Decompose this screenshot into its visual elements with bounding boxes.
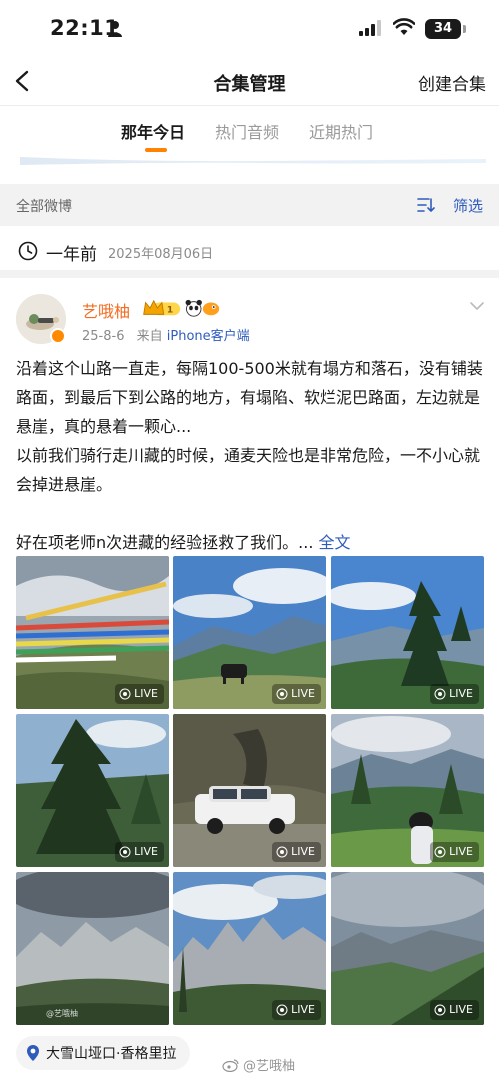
location-tag[interactable]: 大雪山垭口·香格里拉 — [16, 1036, 191, 1070]
back-chevron-icon[interactable] — [10, 66, 38, 96]
tab-hot-audio[interactable]: 热门音频 — [215, 119, 279, 143]
location-label: 大雪山垭口·香格里拉 — [46, 1046, 177, 1062]
post-paragraph-1: 沿着这个山路一直走，每隔100-500米就有塌方和落石，没有铺装路面，到最后下到… — [16, 359, 483, 436]
filter-bar: 全部微博 筛选 — [0, 184, 499, 226]
create-collection-button[interactable]: 创建合集 — [418, 70, 486, 95]
post-meta: 25-8-6 来自 iPhone客户端 — [82, 325, 250, 344]
live-photo-icon — [119, 846, 131, 858]
photo-watermark: @艺哦柚 — [46, 1009, 78, 1018]
photo-white-suv[interactable]: LIVE — [173, 714, 326, 867]
nav-bar: 合集管理 创建合集 — [0, 58, 499, 106]
live-badge: LIVE — [115, 684, 164, 704]
filter-button[interactable]: 筛选 — [453, 195, 483, 216]
weibo-watermark-text: @艺哦柚 — [243, 1059, 296, 1074]
panda-icon — [185, 299, 202, 317]
all-weibo-label: 全部微博 — [16, 199, 72, 215]
photo-jagged-ridge[interactable]: LIVE — [173, 872, 326, 1025]
live-photo-icon — [434, 688, 446, 700]
photo-forest-tree[interactable]: LIVE — [16, 714, 169, 867]
location-pin-icon — [27, 1045, 39, 1061]
post-source[interactable]: iPhone客户端 — [167, 329, 250, 344]
live-label: LIVE — [291, 1003, 315, 1016]
post-username[interactable]: 艺哦柚 — [82, 298, 130, 322]
photo-rocky-peaks[interactable]: @艺哦柚 — [16, 872, 169, 1025]
wifi-icon — [393, 18, 415, 35]
tab-recent-hot[interactable]: 近期热门 — [309, 119, 373, 143]
live-photo-icon — [434, 1004, 446, 1016]
decorative-wave-strip — [20, 157, 486, 165]
live-photo-icon — [276, 688, 288, 700]
badge-level-text: 1 — [167, 306, 173, 316]
time-ago-label: 一年前 — [46, 245, 97, 265]
clock-icon — [18, 241, 38, 261]
weibo-post[interactable]: 艺哦柚 1 25-8-6 来自 iPhone客户端 沿着这个山路一直走，每隔10… — [0, 286, 499, 1080]
verified-badge-icon — [50, 328, 66, 344]
photo-yak-valley[interactable]: LIVE — [173, 556, 326, 709]
live-label: LIVE — [291, 845, 315, 858]
live-photo-icon — [276, 1004, 288, 1016]
full-text-link[interactable]: 全文 — [319, 533, 351, 552]
post-paragraph-3: 好在项老师n次进藏的经验拯救了我们。... 全文 — [16, 528, 486, 557]
live-label: LIVE — [449, 1003, 473, 1016]
battery-cap — [463, 25, 466, 33]
filter-sort-icon[interactable] — [417, 197, 435, 213]
user-badges: 1 — [143, 299, 220, 317]
post-source-prefix: 来自 — [136, 329, 163, 344]
chevron-down-icon[interactable] — [469, 300, 485, 312]
live-badge: LIVE — [430, 1000, 479, 1020]
live-badge: LIVE — [272, 684, 321, 704]
live-label: LIVE — [291, 687, 315, 700]
photo-prayer-flags[interactable]: LIVE — [16, 556, 169, 709]
cellular-signal-icon — [359, 20, 381, 36]
orange-bird-icon — [202, 302, 220, 316]
battery-indicator: 34 — [425, 19, 461, 39]
live-label: LIVE — [449, 845, 473, 858]
post-paragraph-3-text: 好在项老师n次进藏的经验拯救了我们。... — [16, 533, 314, 552]
live-photo-icon — [434, 846, 446, 858]
live-badge: LIVE — [430, 684, 479, 704]
crown-level-icon: 1 — [143, 299, 181, 316]
post-date: 25-8-6 — [82, 329, 125, 344]
person-icon — [108, 21, 122, 37]
time-date-label: 2025年08月06日 — [108, 247, 214, 262]
active-tab-indicator — [145, 148, 167, 152]
live-badge: LIVE — [115, 842, 164, 862]
weibo-watermark: @艺哦柚 — [222, 1055, 295, 1074]
live-label: LIVE — [449, 687, 473, 700]
live-badge: LIVE — [430, 842, 479, 862]
live-photo-icon — [119, 688, 131, 700]
status-bar: 22:11 34 — [0, 0, 499, 58]
photo-pine-mountain[interactable]: LIVE — [331, 556, 484, 709]
live-label: LIVE — [134, 687, 158, 700]
weibo-logo-icon — [222, 1058, 239, 1072]
photo-girl-forest[interactable]: LIVE — [331, 714, 484, 867]
live-badge: LIVE — [272, 842, 321, 862]
post-paragraph-2: 以前我们骑行走川藏的时候，通麦天险也是非常危险，一不小心就会掉进悬崖。 — [16, 446, 481, 494]
live-label: LIVE — [134, 845, 158, 858]
live-badge: LIVE — [272, 1000, 321, 1020]
time-header: 一年前 2025年08月06日 — [0, 226, 499, 278]
tab-on-this-day[interactable]: 那年今日 — [121, 119, 185, 143]
live-photo-icon — [276, 846, 288, 858]
tab-bar: 那年今日 热门音频 近期热门 — [0, 107, 499, 157]
post-text[interactable]: 沿着这个山路一直走，每隔100-500米就有塌方和落石，没有铺装路面，到最后下到… — [16, 354, 486, 557]
photo-green-slope[interactable]: LIVE — [331, 872, 484, 1025]
